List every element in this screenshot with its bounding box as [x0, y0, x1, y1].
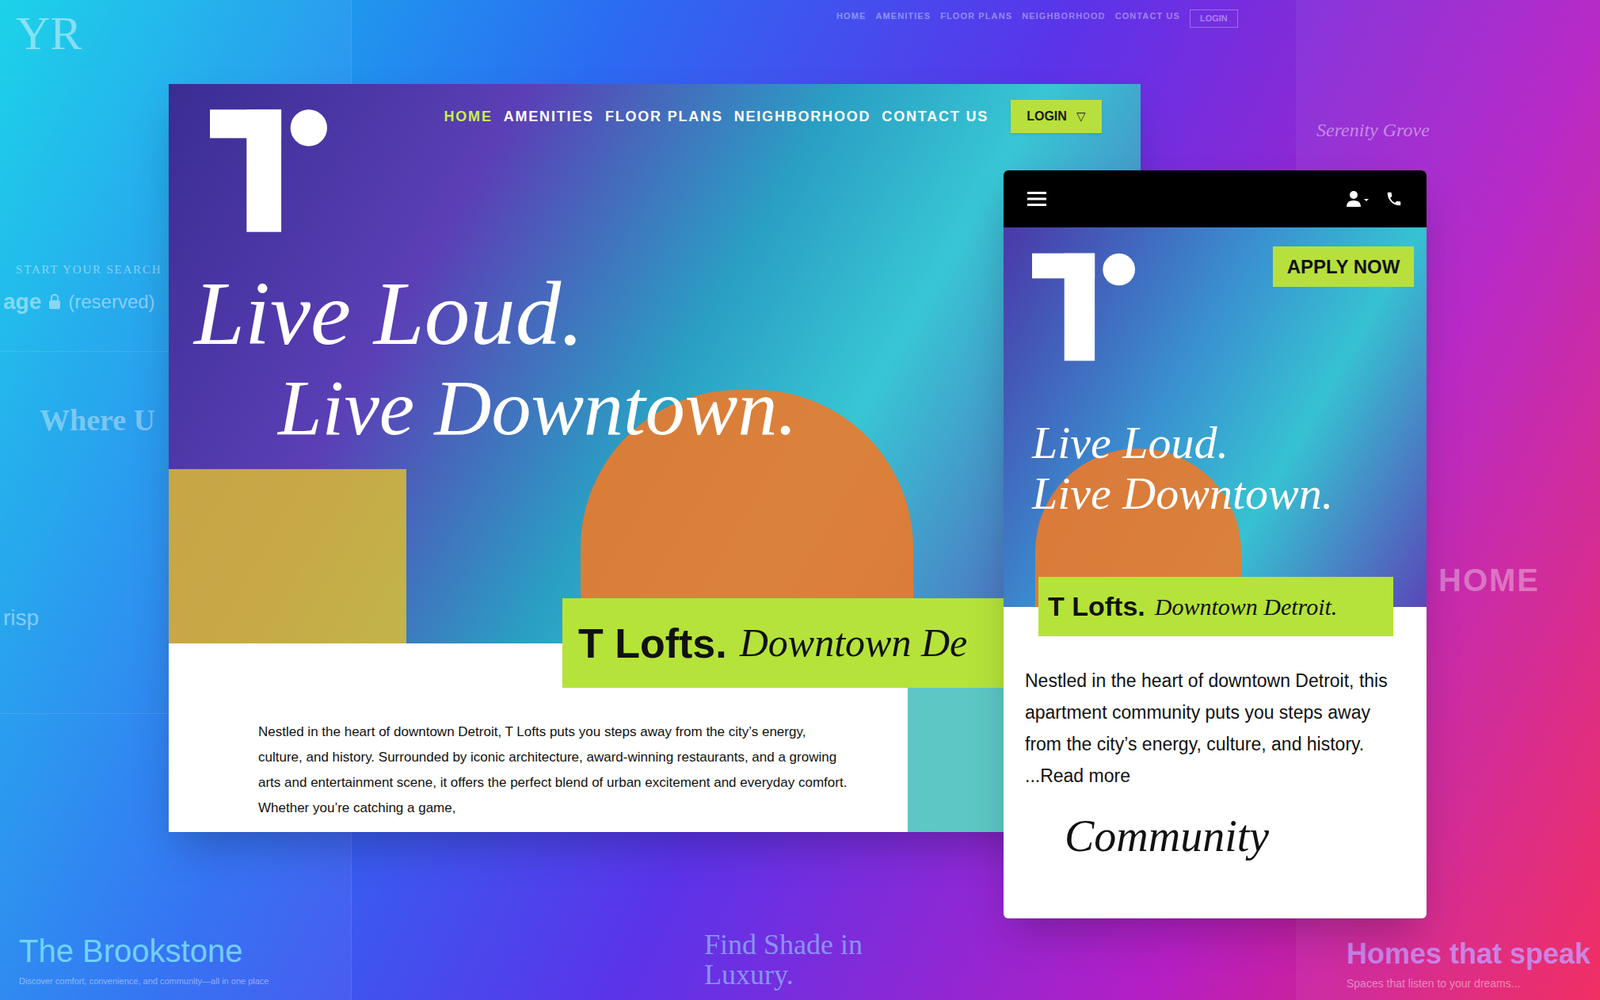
- nav-item[interactable]: HOME: [443, 106, 492, 128]
- mobile-banner: T Lofts. Downtown Detroit.: [1038, 576, 1394, 637]
- mobile-hero: APPLY NOW Live Loud. Live Downtown.: [1003, 227, 1427, 607]
- reserved-prefix: age: [3, 285, 42, 319]
- topbar-actions: [1345, 190, 1403, 208]
- section-title: Community: [1024, 810, 1406, 861]
- phone-icon[interactable]: [1385, 190, 1403, 208]
- login-caret: ▽: [1076, 107, 1086, 126]
- apply-label: APPLY NOW: [1287, 252, 1401, 282]
- desktop-headline: Live Loud. Live Downtown.: [168, 263, 1141, 452]
- desktop-nav: HOME AMENITIES FLOOR PLANS NEIGHBORHOOD CONT…: [443, 99, 1102, 134]
- login-button[interactable]: LOGIN ▽: [1010, 99, 1102, 134]
- menu-icon[interactable]: [1027, 190, 1047, 207]
- nav-item[interactable]: NEIGHBORHOOD: [734, 106, 872, 128]
- desktop-body: Nestled in the heart of downtown Detroit…: [168, 719, 1141, 832]
- logo-icon: [1032, 251, 1136, 362]
- user-icon[interactable]: [1345, 190, 1370, 208]
- read-more-link[interactable]: ...Read more: [1024, 759, 1406, 792]
- showcase: YR START YOUR SEARCH age (reserved) Wher…: [0, 0, 1600, 1000]
- headline-line: Live Downtown.: [194, 364, 1141, 452]
- yellow-bricks: [168, 468, 407, 644]
- faint-nav: HOME AMENITIES FLOOR PLANS NEIGHBORHOOD CONT…: [351, 0, 1296, 84]
- desktop-header: HOME AMENITIES FLOOR PLANS NEIGHBORHOOD CONT…: [168, 83, 1141, 233]
- headline-line: Live Loud.: [1032, 417, 1427, 469]
- intro-text: Nestled in the heart of downtown Detroit…: [1024, 664, 1406, 760]
- apply-button[interactable]: APPLY NOW: [1272, 246, 1414, 287]
- login-label: LOGIN: [1026, 106, 1067, 126]
- logo-icon: [209, 109, 328, 233]
- faint-nav-item: AMENITIES: [875, 9, 931, 23]
- mobile-hero-top: APPLY NOW: [1003, 227, 1427, 362]
- teal-accent: [907, 687, 1005, 832]
- intro-text: Nestled in the heart of downtown Detroit…: [258, 719, 853, 821]
- faint-nav-item: FLOOR PLANS: [940, 9, 1013, 23]
- faint-nav-item: CONTACT US: [1115, 9, 1181, 23]
- mobile-body: Nestled in the heart of downtown Detroit…: [1003, 664, 1427, 861]
- banner-name: T Lofts.: [1047, 586, 1146, 627]
- headline-line: Live Downtown.: [1032, 468, 1427, 519]
- mobile-topbar: [1003, 170, 1427, 228]
- homes-sub: Spaces that listen to your dreams...: [1295, 975, 1600, 1000]
- faint-login: LOGIN: [1189, 9, 1239, 28]
- nav-item[interactable]: CONTACT US: [881, 106, 989, 128]
- headline-line: Live Loud.: [194, 263, 1141, 365]
- desktop-mockup: HOME AMENITIES FLOOR PLANS NEIGHBORHOOD CONT…: [168, 83, 1141, 832]
- mobile-headline: Live Loud. Live Downtown.: [1003, 417, 1427, 519]
- nav-list: HOME AMENITIES FLOOR PLANS NEIGHBORHOOD CONT…: [443, 106, 989, 128]
- faint-nav-item: HOME: [836, 9, 866, 23]
- nav-item[interactable]: AMENITIES: [503, 106, 595, 128]
- serenity-title: Serenity Grove: [1295, 115, 1600, 145]
- mobile-mockup: APPLY NOW Live Loud. Live Downtown. T Lo…: [1003, 170, 1427, 919]
- desktop-hero: HOME AMENITIES FLOOR PLANS NEIGHBORHOOD CONT…: [168, 83, 1141, 644]
- brookstone-sub: Discover comfort, convenience, and commu…: [19, 974, 332, 988]
- brookstone-title: The Brookstone: [19, 926, 332, 975]
- faint-nav-list: HOME AMENITIES FLOOR PLANS NEIGHBORHOOD CONT…: [836, 9, 1181, 23]
- faint-nav-item: NEIGHBORHOOD: [1021, 9, 1105, 23]
- banner-name: T Lofts.: [578, 612, 728, 675]
- reserved-label: (reserved): [68, 287, 155, 317]
- lock-icon: [47, 293, 62, 310]
- banner-tagline: Downtown De: [739, 613, 968, 673]
- brand-mark: YR: [15, 9, 336, 58]
- banner-tagline: Downtown Detroit.: [1154, 588, 1338, 625]
- homes-title: Homes that speak: [1295, 932, 1600, 976]
- shade-title: Find Shade in Luxury.: [704, 929, 911, 991]
- nav-item[interactable]: FLOOR PLANS: [605, 106, 724, 128]
